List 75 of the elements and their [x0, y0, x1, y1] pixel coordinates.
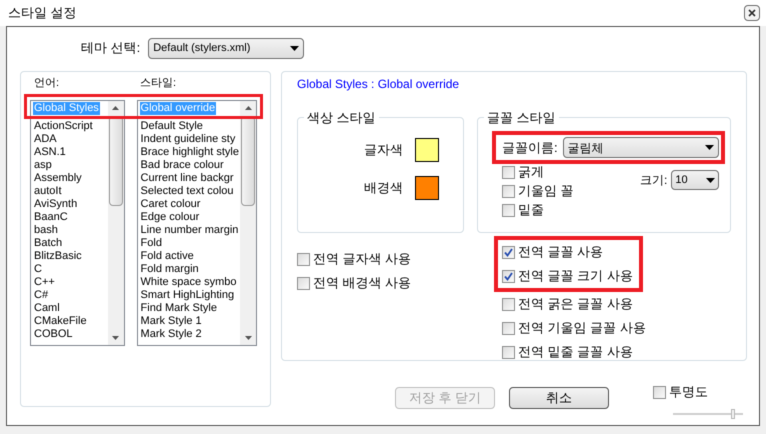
list-item[interactable]: Assembly — [33, 172, 83, 185]
list-item[interactable]: BaanC — [33, 211, 69, 224]
list-item[interactable]: Fold margin — [140, 263, 200, 276]
caret-icon — [706, 178, 716, 182]
color-label: 글자색 — [364, 141, 403, 160]
checkbox[interactable]: 전역 굵은 글꼴 사용 — [502, 295, 646, 313]
close-icon — [748, 9, 756, 17]
color-swatch[interactable] — [415, 176, 439, 200]
list-item[interactable]: CMakeFile — [33, 315, 88, 328]
scroll-up-icon — [112, 106, 120, 110]
scroll-thumb[interactable] — [241, 116, 255, 206]
list-item[interactable]: Smart HighLighting — [140, 289, 236, 302]
list-item[interactable]: Edge colour — [140, 211, 200, 224]
list-item[interactable]: White space symbo — [140, 276, 238, 289]
list-item[interactable]: C# — [33, 289, 50, 302]
list-item[interactable]: C — [33, 263, 43, 276]
list-item[interactable]: ActionScript — [33, 120, 94, 133]
checkbox[interactable]: 투명도 — [653, 383, 743, 401]
list-item[interactable]: Indent guideline sty — [140, 133, 236, 146]
scroll-thumb[interactable] — [108, 116, 123, 206]
list-item[interactable]: Brace highlight style — [140, 146, 240, 159]
list-item[interactable]: COBOL — [33, 328, 74, 341]
list-item[interactable]: Line number margin — [140, 224, 240, 237]
font-name-dropdown[interactable]: 굴림체 — [562, 137, 719, 158]
checkbox[interactable]: 전역 글자색 사용 — [297, 250, 502, 268]
caret-icon — [704, 145, 714, 150]
list-item[interactable]: ADA — [33, 133, 58, 146]
checkbox[interactable]: 전역 밑줄 글꼴 사용 — [502, 343, 646, 361]
window-title: 스타일 설정 — [8, 4, 77, 22]
checkbox[interactable]: 굵게 — [502, 163, 640, 181]
list-item[interactable]: ASN.1 — [33, 146, 67, 159]
list-item[interactable]: BlitzBasic — [33, 250, 83, 263]
style-label: 스타일: — [140, 76, 176, 90]
caret-icon — [290, 46, 300, 50]
font-size-dropdown[interactable]: 10 — [671, 170, 720, 190]
list-item[interactable]: Fold active — [140, 250, 195, 263]
list-item[interactable]: Selected text colou — [140, 185, 234, 198]
scroll-down-icon — [112, 336, 120, 340]
list-item[interactable]: Mark Style 1 — [140, 315, 203, 328]
transparency-slider[interactable] — [673, 409, 743, 419]
list-item[interactable]: Caret colour — [140, 198, 202, 211]
checkbox[interactable]: 밑줄 — [502, 201, 640, 219]
theme-label: 테마 선택: — [81, 39, 140, 58]
scroll-up-icon — [244, 106, 252, 110]
list-item[interactable]: Batch — [33, 237, 64, 250]
size-label: 크기: — [640, 172, 668, 189]
list-item[interactable]: Current line backgr — [140, 172, 234, 185]
checkbox[interactable]: 전역 배경색 사용 — [297, 274, 502, 292]
checkbox[interactable]: 전역 글꼴 크기 사용 — [502, 267, 633, 285]
list-item[interactable]: Find Mark Style — [140, 302, 218, 315]
list-item[interactable]: Fold — [140, 237, 163, 250]
list-item[interactable]: C++ — [33, 276, 56, 289]
close-button[interactable] — [744, 5, 760, 21]
scrollbar[interactable] — [240, 101, 256, 345]
list-item[interactable]: Default Style — [140, 120, 204, 133]
checkbox[interactable]: 전역 기울임 글꼴 사용 — [502, 319, 646, 337]
color-label: 배경색 — [364, 179, 403, 198]
scroll-down-icon — [244, 336, 252, 340]
list-item[interactable]: Bad brace colour — [140, 159, 225, 172]
list-item[interactable]: AviSynth — [33, 198, 78, 211]
list-item[interactable]: bash — [33, 224, 59, 237]
theme-dropdown[interactable]: Default (stylers.xml) — [148, 38, 304, 58]
scrollbar[interactable] — [108, 101, 124, 345]
list-item[interactable]: autoIt — [33, 185, 63, 198]
dialog-button[interactable]: 취소 — [509, 387, 609, 409]
font-name-label: 글꼴이름: — [502, 138, 558, 157]
slider-thumb[interactable] — [730, 409, 734, 419]
style-heading: Global Styles : Global override — [297, 76, 460, 91]
list-item[interactable]: Mark Style 2 — [140, 328, 203, 341]
list-item[interactable]: asp — [33, 159, 53, 172]
color-swatch[interactable] — [415, 138, 439, 162]
language-label: 언어: — [34, 76, 60, 90]
checkbox[interactable]: 전역 글꼴 사용 — [502, 243, 633, 261]
list-item[interactable]: Caml — [33, 302, 61, 315]
checkbox[interactable]: 기울임 꼴 — [502, 182, 640, 200]
